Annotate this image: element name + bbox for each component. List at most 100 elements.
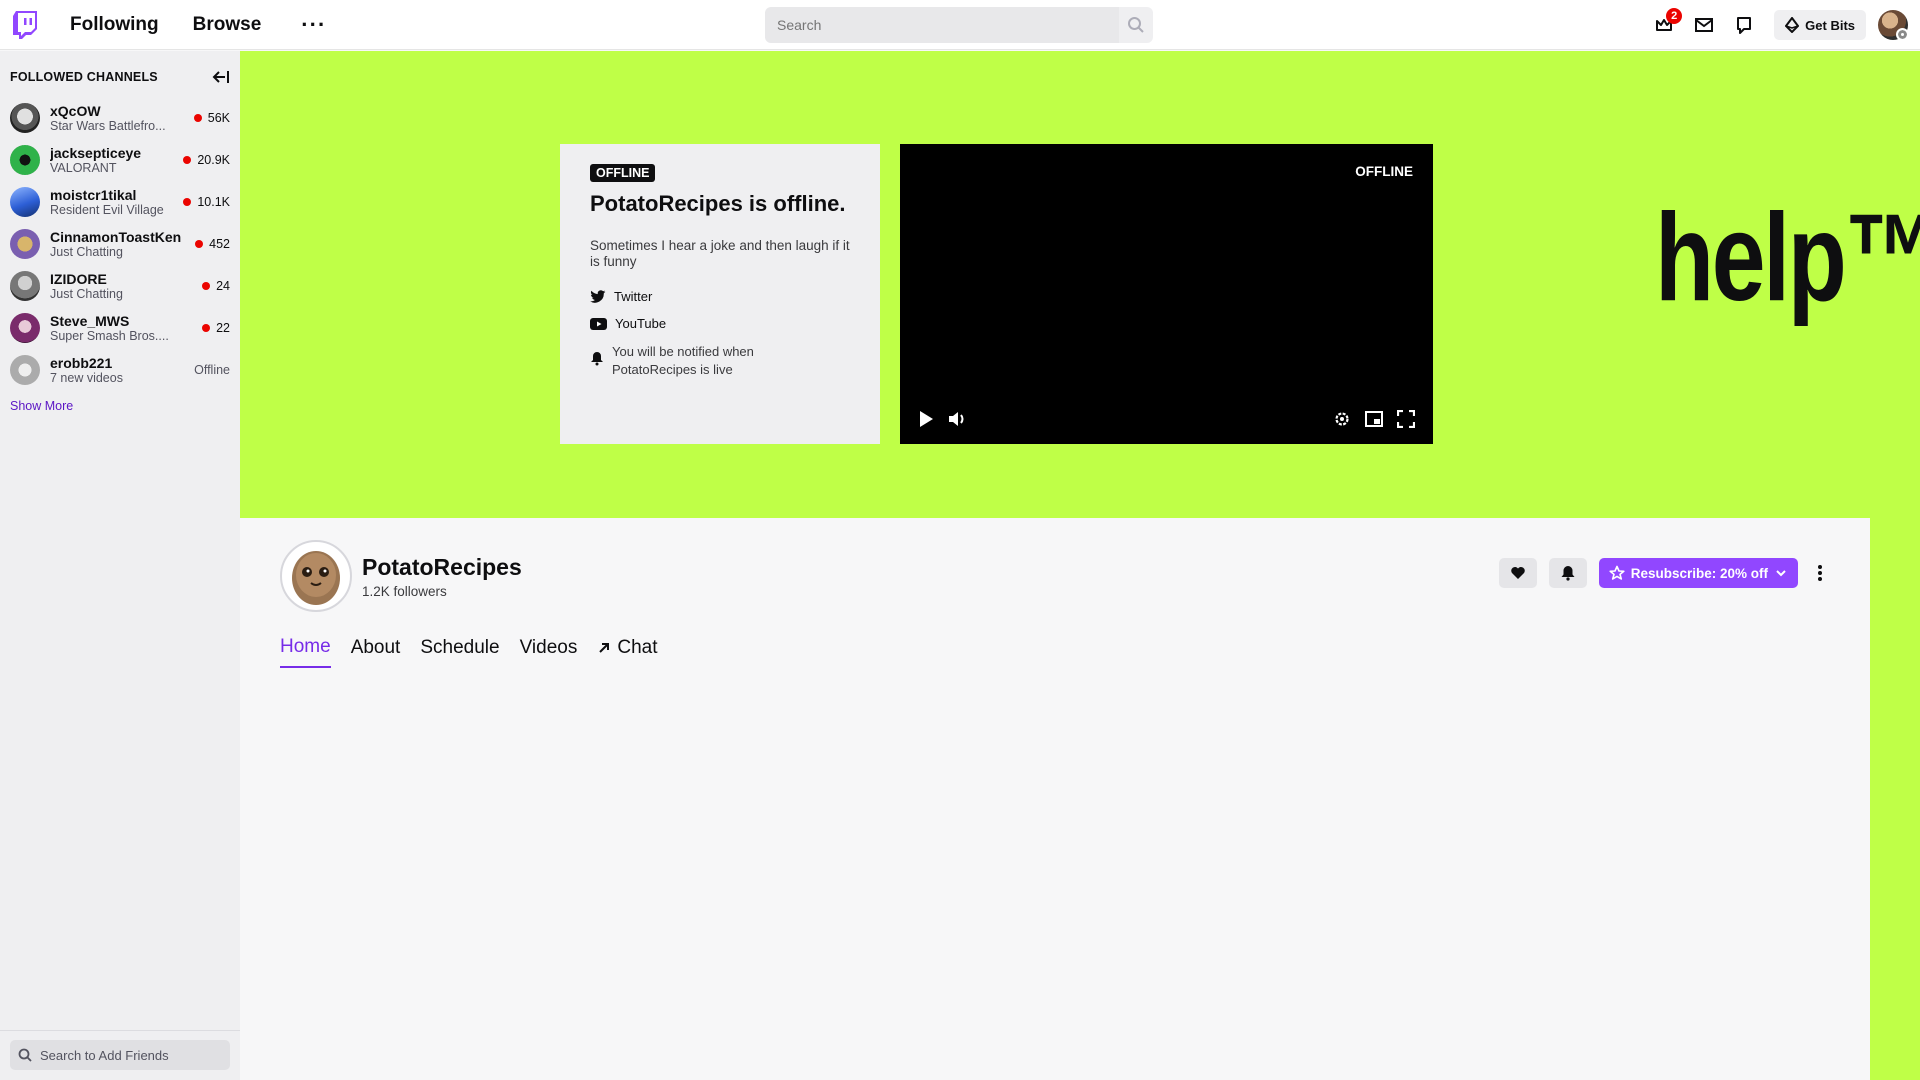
live-indicator-icon: [183, 156, 192, 164]
settings-gear-icon[interactable]: [1333, 410, 1351, 428]
follow-button[interactable]: [1498, 558, 1537, 588]
user-avatar[interactable]: [1878, 10, 1909, 41]
potato-avatar-icon: [292, 551, 340, 605]
channel-avatar-large[interactable]: [280, 540, 352, 612]
top-nav: Following Browse ··· 2 Get Bits: [0, 0, 1920, 50]
channel-actions: Resubscribe: 20% off: [1498, 558, 1830, 588]
sidebar-item-jacksepticeye[interactable]: jacksepticeye VALORANT 20.9K: [0, 139, 240, 181]
channel-avatar: [10, 355, 40, 385]
nav-following[interactable]: Following: [70, 14, 159, 36]
sidebar-footer: Search to Add Friends: [0, 1030, 240, 1080]
search-input[interactable]: [765, 7, 1119, 43]
channel-game: Just Chatting: [50, 287, 123, 301]
bits-diamond-icon: [1785, 17, 1800, 33]
player-left-controls: [918, 410, 968, 428]
search-icon: [1128, 17, 1144, 33]
get-bits-button[interactable]: Get Bits: [1774, 10, 1866, 40]
video-player[interactable]: OFFLINE: [900, 144, 1433, 444]
live-indicator-icon: [183, 198, 192, 206]
twitter-link[interactable]: Twitter: [590, 289, 850, 304]
channel-profile: PotatoRecipes 1.2K followers: [280, 540, 522, 612]
friend-search-input[interactable]: Search to Add Friends: [10, 1040, 230, 1070]
channel-name: CinnamonToastKen: [50, 229, 182, 245]
live-indicator-icon: [202, 324, 211, 332]
channel-name: moistcr1tikal: [50, 187, 137, 203]
channel-game: VALORANT: [50, 161, 117, 175]
search-bar: [765, 7, 1153, 43]
more-menu-icon[interactable]: ···: [301, 13, 326, 36]
live-indicator-icon: [195, 240, 204, 248]
external-arrow-icon: [599, 643, 610, 653]
tab-chat-label: Chat: [617, 637, 658, 658]
channel-tabs: Home About Schedule Videos Chat: [280, 636, 657, 668]
tab-chat[interactable]: Chat: [597, 636, 657, 668]
channel-main: PotatoRecipes 1.2K followers Resubscribe…: [240, 518, 1870, 1080]
channel-name: xQcOW: [50, 103, 101, 119]
channel-game: 7 new videos: [50, 371, 123, 385]
channel-viewers: 56K: [193, 111, 230, 125]
nav-right: 2 Get Bits: [1644, 0, 1920, 50]
crown-inbox-button[interactable]: 2: [1644, 5, 1684, 45]
channel-avatar: [10, 103, 40, 133]
sidebar-title: FOLLOWED CHANNELS: [10, 70, 158, 84]
channel-offline-status: Offline: [194, 363, 230, 377]
sidebar-item-erobb221[interactable]: erobb221 7 new videos Offline: [0, 349, 240, 391]
channel-viewers: 20.9K: [183, 153, 230, 167]
sidebar-item-moistcr1tikal[interactable]: moistcr1tikal Resident Evil Village 10.1K: [0, 181, 240, 223]
youtube-link[interactable]: YouTube: [590, 316, 850, 331]
show-more-link[interactable]: Show More: [0, 391, 240, 421]
channel-avatar: [10, 271, 40, 301]
twitter-icon: [590, 290, 606, 303]
channel-avatar: [10, 187, 40, 217]
channel-game: Super Smash Bros....: [50, 329, 169, 343]
channel-viewers: 452: [195, 237, 230, 251]
fullscreen-icon[interactable]: [1397, 410, 1415, 428]
play-icon[interactable]: [918, 410, 934, 428]
whispers-button[interactable]: [1724, 5, 1764, 45]
sidebar-item-xqcow[interactable]: xQcOW Star Wars Battlefro... 56K: [0, 97, 240, 139]
channel-viewers: 22: [202, 321, 230, 335]
twitch-logo-icon[interactable]: [0, 0, 50, 50]
live-indicator-icon: [193, 114, 202, 122]
channel-viewers: 24: [202, 279, 230, 293]
volume-icon[interactable]: [948, 410, 968, 428]
channel-display-name: PotatoRecipes: [362, 553, 522, 580]
mail-icon: [1695, 18, 1714, 32]
sidebar-header: FOLLOWED CHANNELS: [0, 51, 240, 97]
notifications-button[interactable]: [1548, 558, 1587, 588]
channel-avatar: [10, 313, 40, 343]
mini-player-icon[interactable]: [1365, 411, 1383, 427]
search-icon: [18, 1048, 32, 1062]
resubscribe-button[interactable]: Resubscribe: 20% off: [1598, 558, 1798, 588]
sidebar-item-steve-mws[interactable]: Steve_MWS Super Smash Bros.... 22: [0, 307, 240, 349]
bell-icon: [1561, 566, 1575, 581]
collapse-arrow-icon[interactable]: [212, 70, 230, 84]
tab-videos[interactable]: Videos: [520, 636, 578, 668]
chat-bubble-icon: [1737, 16, 1752, 34]
tab-about[interactable]: About: [351, 636, 401, 668]
channel-game: Just Chatting: [50, 245, 123, 259]
player-right-controls: [1333, 410, 1415, 428]
channel-game: Resident Evil Village: [50, 203, 164, 217]
channel-name: erobb221: [50, 355, 113, 371]
offline-badge: OFFLINE: [590, 164, 656, 182]
channel-banner: OFFLINE PotatoRecipes is offline. Someti…: [240, 51, 1920, 518]
channel-game: Star Wars Battlefro...: [50, 119, 166, 133]
live-indicator-icon: [202, 282, 211, 290]
follower-count: 1.2K followers: [362, 583, 447, 599]
sidebar-item-cinnamontoastken[interactable]: CinnamonToastKen Just Chatting 452: [0, 223, 240, 265]
notification-badge: 2: [1666, 8, 1683, 24]
bell-icon: [591, 352, 603, 366]
channel-name: IZIDORE: [50, 271, 107, 287]
get-bits-label: Get Bits: [1805, 17, 1855, 33]
nav-browse[interactable]: Browse: [193, 14, 262, 36]
tab-home[interactable]: Home: [280, 636, 331, 668]
search-button[interactable]: [1119, 7, 1153, 43]
more-options-icon[interactable]: [1810, 558, 1830, 588]
banner-help-text: help™: [1655, 189, 1920, 327]
sidebar-item-izidore[interactable]: IZIDORE Just Chatting 24: [0, 265, 240, 307]
inbox-button[interactable]: [1684, 5, 1724, 45]
tab-schedule[interactable]: Schedule: [420, 636, 499, 668]
channel-avatar: [10, 229, 40, 259]
channel-description: Sometimes I hear a joke and then laugh i…: [590, 237, 850, 270]
